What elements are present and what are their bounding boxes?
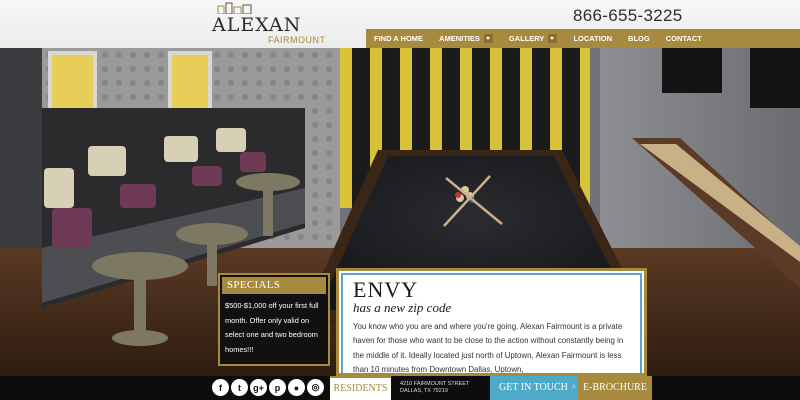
- chevron-down-icon[interactable]: [483, 34, 493, 43]
- nav-label: LOCATION: [573, 34, 613, 43]
- get-in-touch-label: GET IN TOUCH: [499, 382, 568, 393]
- nav-label: BLOG: [628, 34, 650, 43]
- pinterest-icon[interactable]: p: [269, 379, 286, 396]
- address-line-2: DALLAS, TX 75219: [400, 388, 448, 394]
- facebook-icon[interactable]: f: [212, 379, 229, 396]
- nav-item-location[interactable]: LOCATION: [573, 34, 612, 43]
- social-glyph: t: [238, 382, 241, 393]
- logo-subtitle: FAIRMOUNT: [268, 35, 326, 45]
- get-in-touch-button[interactable]: GET IN TOUCH ^: [490, 376, 578, 400]
- skyline-icon: [217, 2, 252, 14]
- twitter-icon[interactable]: t: [231, 379, 248, 396]
- map-pin-icon[interactable]: ●: [288, 379, 305, 396]
- chevron-down-icon[interactable]: [548, 34, 558, 43]
- google-plus-icon[interactable]: g+: [250, 379, 267, 396]
- e-brochure-button[interactable]: E-BROCHURE: [578, 376, 652, 400]
- nav-item-contact[interactable]: CONTACT: [666, 34, 702, 43]
- social-glyph: g+: [253, 382, 264, 393]
- nav-label: CONTACT: [665, 34, 702, 43]
- specials-title: SPECIALS: [222, 277, 326, 294]
- site-footer: f t g+ p ● ◎ RESIDENTS 4210 FAIRMOUNT ST…: [0, 376, 800, 400]
- nav-item-blog[interactable]: BLOG: [628, 34, 650, 43]
- specials-box[interactable]: SPECIALS $500-$1,000 off your first full…: [218, 273, 330, 366]
- logo-name: ALEXAN: [212, 14, 302, 36]
- chevron-up-icon: ^: [571, 383, 576, 392]
- specials-text: $500-$1,000 off your first full month. O…: [225, 301, 319, 354]
- social-links: f t g+ p ● ◎: [212, 379, 326, 396]
- address: 4210 FAIRMOUNT STREET DALLAS, TX 75219: [400, 381, 469, 395]
- phone-number[interactable]: 866-655-3225: [573, 6, 682, 26]
- address-line-1: 4210 FAIRMOUNT STREET: [400, 381, 470, 387]
- nav-item-amenities[interactable]: AMENITIES: [439, 34, 493, 43]
- site-header: ALEXAN FAIRMOUNT 866-655-3225 FIND A HOM…: [0, 0, 800, 48]
- intro-panel: ENVY has a new zip code You know who you…: [336, 268, 647, 376]
- alexan-fairmount-logo[interactable]: ALEXAN FAIRMOUNT: [208, 2, 332, 46]
- nav-item-find-a-home[interactable]: FIND A HOME: [374, 34, 423, 43]
- instagram-icon[interactable]: ◎: [307, 379, 324, 396]
- intro-body: You know who you are and where you're go…: [353, 322, 624, 374]
- social-glyph: ●: [293, 382, 300, 393]
- nav-label: GALLERY: [508, 34, 545, 43]
- nav-label: FIND A HOME: [374, 34, 424, 43]
- social-glyph: ◎: [311, 382, 320, 392]
- social-glyph: f: [219, 382, 222, 393]
- intro-subtitle: has a new zip code: [353, 300, 452, 315]
- social-glyph: p: [274, 382, 281, 393]
- nav-item-gallery[interactable]: GALLERY: [509, 34, 558, 43]
- main-nav: FIND A HOME AMENITIES GALLERY LOCATION B…: [366, 29, 800, 48]
- nav-label: AMENITIES: [439, 34, 480, 43]
- residents-button[interactable]: RESIDENTS: [330, 376, 391, 400]
